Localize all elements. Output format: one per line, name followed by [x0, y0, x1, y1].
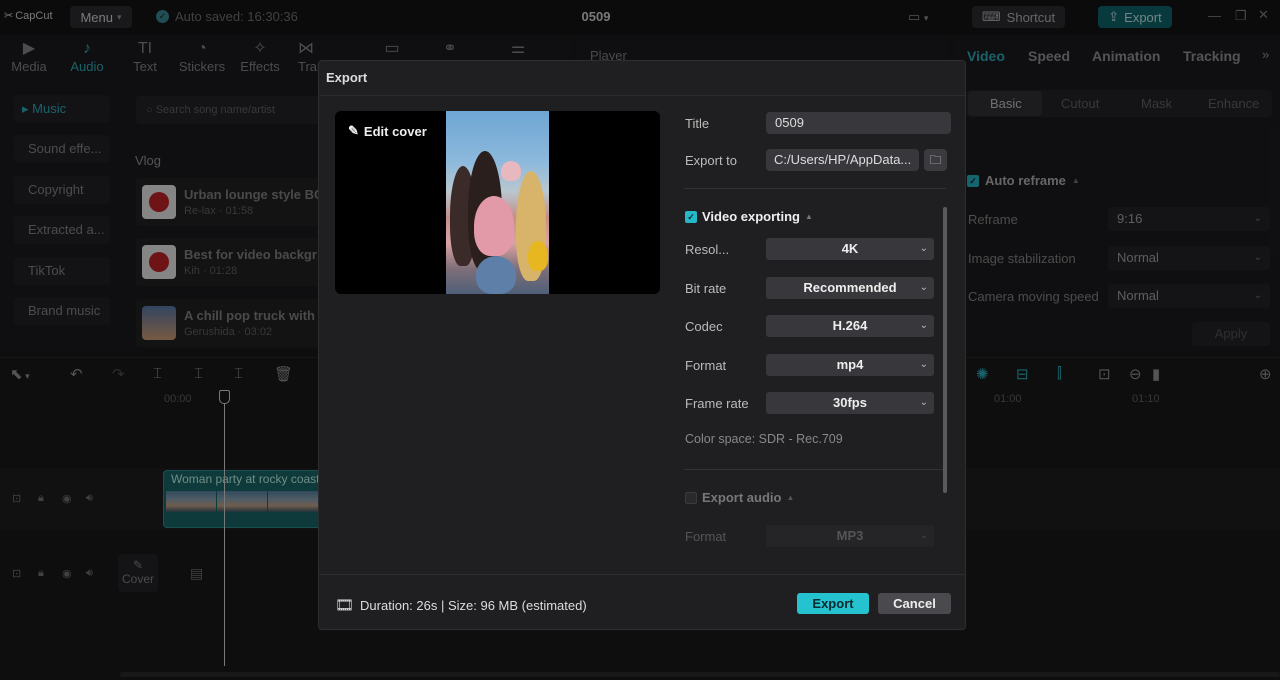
bitrate-select[interactable]: Recommended ⌄ — [766, 277, 934, 299]
color-space-info: Color space: SDR - Rec.709 — [685, 432, 843, 446]
format-select[interactable]: mp4 ⌄ — [766, 354, 934, 376]
framerate-label: Frame rate — [685, 396, 749, 411]
codec-select[interactable]: H.264 ⌄ — [766, 315, 934, 337]
collapse-icon: ▲ — [805, 212, 813, 221]
divider — [318, 95, 966, 96]
audio-format-select[interactable]: MP3 ⌄ — [766, 525, 934, 547]
checkbox-unchecked-icon — [685, 491, 697, 504]
folder-icon[interactable]: 🗀 — [924, 149, 947, 171]
chevron-down-icon: ⌄ — [919, 397, 928, 408]
edit-icon: ✎ — [348, 123, 359, 138]
chevron-down-icon: ⌄ — [919, 320, 928, 331]
divider — [684, 469, 946, 470]
dialog-scrollbar[interactable] — [943, 207, 947, 493]
resolution-label: Resol... — [685, 242, 730, 257]
export-to-label: Export to — [685, 153, 738, 168]
format-label: Format — [685, 358, 727, 373]
divider — [684, 188, 946, 189]
divider — [318, 574, 966, 575]
cancel-button[interactable]: Cancel — [878, 593, 951, 614]
export-info: 🎞︎ Duration: 26s | Size: 96 MB (estimated… — [335, 597, 587, 614]
edit-cover-button[interactable]: ✎ Edit cover — [348, 123, 427, 139]
checkbox-checked-icon: ✓ — [685, 210, 697, 223]
export-button[interactable]: Export — [797, 593, 869, 614]
chevron-down-icon: ⌄ — [919, 282, 928, 293]
framerate-select[interactable]: 30fps ⌄ — [766, 392, 934, 414]
codec-label: Codec — [685, 319, 723, 334]
export-audio-toggle[interactable]: Export audio ▲ — [685, 490, 794, 505]
chevron-down-icon: ⌄ — [919, 243, 928, 254]
title-label: Title — [685, 116, 710, 131]
resolution-select[interactable]: 4K ⌄ — [766, 238, 934, 260]
export-path-input[interactable]: C:/Users/HP/AppData... — [766, 149, 919, 171]
video-exporting-toggle[interactable]: ✓ Video exporting ▲ — [685, 209, 813, 224]
chevron-down-icon: ⌄ — [919, 530, 928, 541]
dialog-title: Export — [326, 70, 368, 85]
cover-image — [446, 111, 549, 294]
film-icon: 🎞︎ — [335, 597, 355, 614]
bitrate-label: Bit rate — [685, 281, 727, 296]
title-input[interactable]: 0509 — [766, 112, 951, 134]
audio-format-label: Format — [685, 529, 727, 544]
collapse-icon: ▲ — [786, 493, 795, 502]
chevron-down-icon: ⌄ — [919, 359, 928, 370]
